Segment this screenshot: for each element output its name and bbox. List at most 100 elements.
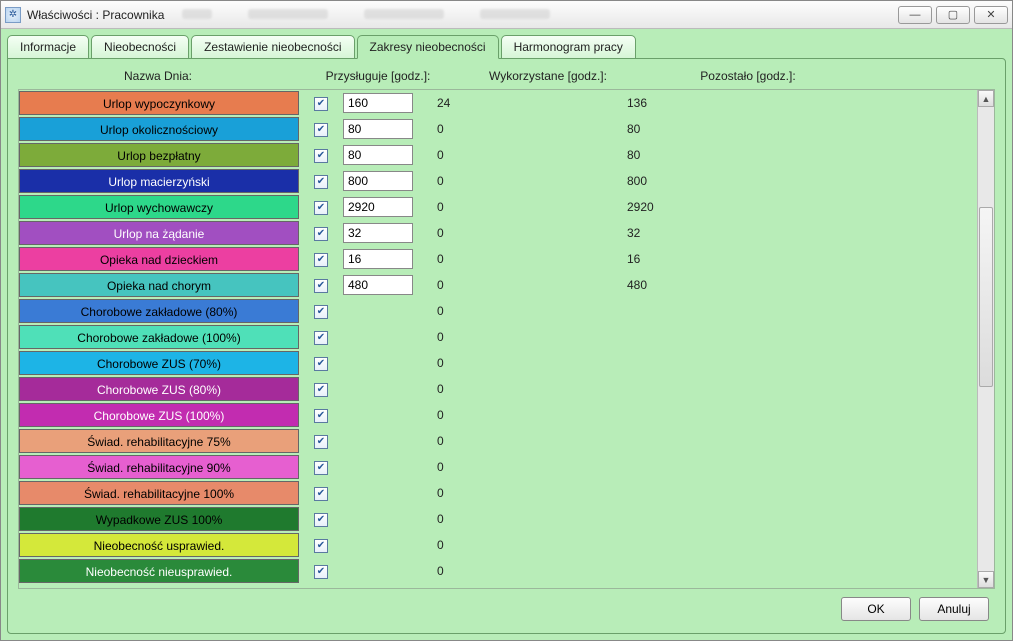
tab-2[interactable]: Zestawienie nieobecności	[191, 35, 354, 59]
entitled-input[interactable]	[343, 249, 413, 269]
used-value: 0	[433, 356, 613, 370]
cancel-button[interactable]: Anuluj	[919, 597, 989, 621]
table-row: Urlop na żądanie✔032	[19, 220, 977, 246]
absence-label: Świad. rehabilitacyjne 90%	[19, 455, 299, 479]
absence-label: Chorobowe ZUS (80%)	[19, 377, 299, 401]
enabled-checkbox[interactable]: ✔	[314, 305, 328, 319]
entitled-cell	[343, 197, 423, 217]
checkbox-cell: ✔	[309, 381, 333, 397]
table-row: Świad. rehabilitacyjne 75%✔0	[19, 428, 977, 454]
entitled-input[interactable]	[343, 93, 413, 113]
enabled-checkbox[interactable]: ✔	[314, 123, 328, 137]
table-row: Urlop wypoczynkowy✔24136	[19, 90, 977, 116]
left-value: 32	[623, 226, 803, 240]
checkbox-cell: ✔	[309, 485, 333, 501]
tabstrip: InformacjeNieobecnościZestawienie nieobe…	[7, 35, 1006, 59]
used-value: 0	[433, 278, 613, 292]
entitled-cell	[343, 93, 423, 113]
enabled-checkbox[interactable]: ✔	[314, 97, 328, 111]
checkbox-cell: ✔	[309, 407, 333, 423]
tab-panel-zakresy: Nazwa Dnia: Przysługuje [godz.]: Wykorzy…	[7, 58, 1006, 634]
titlebar-spacer	[164, 8, 898, 22]
used-value: 0	[433, 148, 613, 162]
used-value: 0	[433, 330, 613, 344]
table-row: Wypadkowe ZUS 100%✔0	[19, 506, 977, 532]
dialog-footer: OK Anuluj	[18, 589, 995, 623]
maximize-button[interactable]: ▢	[936, 6, 970, 24]
table-row: Chorobowe ZUS (80%) ✔ 0	[19, 376, 977, 402]
absence-label: Urlop okolicznościowy	[19, 117, 299, 141]
enabled-checkbox[interactable]: ✔	[314, 175, 328, 189]
entitled-cell	[343, 171, 423, 191]
tab-4[interactable]: Harmonogram pracy	[501, 35, 636, 59]
enabled-checkbox[interactable]: ✔	[314, 357, 328, 371]
tab-0[interactable]: Informacje	[7, 35, 89, 59]
enabled-checkbox[interactable]: ✔	[314, 513, 328, 527]
client-area: InformacjeNieobecnościZestawienie nieobe…	[1, 29, 1012, 640]
checkbox-cell: ✔	[309, 225, 333, 241]
scroll-up-button[interactable]: ▲	[978, 90, 994, 107]
enabled-checkbox[interactable]: ✔	[314, 565, 328, 579]
used-value: 0	[433, 408, 613, 422]
entitled-input[interactable]	[343, 171, 413, 191]
table-row: Opieka nad dzieckiem✔016	[19, 246, 977, 272]
rows-body: Urlop wypoczynkowy✔24136Urlop okolicznoś…	[19, 90, 977, 588]
entitled-input[interactable]	[343, 275, 413, 295]
checkbox-cell: ✔	[309, 303, 333, 319]
enabled-checkbox[interactable]: ✔	[314, 331, 328, 345]
tab-3[interactable]: Zakresy nieobecności	[357, 35, 499, 59]
maximize-icon: ▢	[948, 8, 958, 21]
minimize-icon: —	[910, 9, 921, 21]
enabled-checkbox[interactable]: ✔	[314, 539, 328, 553]
enabled-checkbox[interactable]: ✔	[314, 253, 328, 267]
vertical-scrollbar[interactable]: ▲ ▼	[977, 90, 994, 588]
ok-button[interactable]: OK	[841, 597, 911, 621]
minimize-button[interactable]: —	[898, 6, 932, 24]
absence-label: Chorobowe zakładowe (100%)	[19, 325, 299, 349]
close-button[interactable]: ✕	[974, 6, 1008, 24]
absence-label: Chorobowe ZUS (70%)	[19, 351, 299, 375]
table-row: Nieobecność nieusprawied.✔0	[19, 558, 977, 584]
entitled-input[interactable]	[343, 223, 413, 243]
absence-label: Urlop wypoczynkowy	[19, 91, 299, 115]
table-row: Nieobecność usprawied.✔0	[19, 532, 977, 558]
enabled-checkbox[interactable]: ✔	[314, 461, 328, 475]
absence-label: Urlop na żądanie	[19, 221, 299, 245]
entitled-cell	[343, 249, 423, 269]
enabled-checkbox[interactable]: ✔	[314, 149, 328, 163]
enabled-checkbox[interactable]: ✔	[314, 383, 328, 397]
checkbox-cell: ✔	[309, 121, 333, 137]
enabled-checkbox[interactable]: ✔	[314, 435, 328, 449]
table-row: Chorobowe zakładowe (80%) ✔ 0	[19, 298, 977, 324]
entitled-input[interactable]	[343, 145, 413, 165]
scroll-down-button[interactable]: ▼	[978, 571, 994, 588]
used-value: 0	[433, 382, 613, 396]
checkbox-cell: ✔	[309, 277, 333, 293]
used-value: 0	[433, 304, 613, 318]
enabled-checkbox[interactable]: ✔	[314, 227, 328, 241]
entitled-input[interactable]	[343, 197, 413, 217]
left-value: 800	[623, 174, 803, 188]
checkbox-cell: ✔	[309, 251, 333, 267]
used-value: 0	[433, 252, 613, 266]
scroll-track[interactable]	[978, 107, 994, 571]
table-row: Świad. rehabilitacyjne 100%✔0	[19, 480, 977, 506]
used-value: 0	[433, 434, 613, 448]
used-value: 0	[433, 460, 613, 474]
entitled-input[interactable]	[343, 119, 413, 139]
enabled-checkbox[interactable]: ✔	[314, 201, 328, 215]
table-row: Świad. rehabilitacyjne 90% ✔ 0	[19, 454, 977, 480]
titlebar[interactable]: ✲ Właściwości : Pracownika — ▢ ✕	[1, 1, 1012, 29]
column-headers: Nazwa Dnia: Przysługuje [godz.]: Wykorzy…	[18, 67, 995, 89]
rows-scroll-container: Urlop wypoczynkowy✔24136Urlop okolicznoś…	[18, 89, 995, 589]
checkbox-cell: ✔	[309, 355, 333, 371]
checkbox-cell: ✔	[309, 433, 333, 449]
tab-1[interactable]: Nieobecności	[91, 35, 189, 59]
scroll-thumb[interactable]	[979, 207, 993, 387]
checkbox-cell: ✔	[309, 199, 333, 215]
checkbox-cell: ✔	[309, 459, 333, 475]
enabled-checkbox[interactable]: ✔	[314, 487, 328, 501]
enabled-checkbox[interactable]: ✔	[314, 279, 328, 293]
enabled-checkbox[interactable]: ✔	[314, 409, 328, 423]
absence-label: Chorobowe zakładowe (80%)	[19, 299, 299, 323]
